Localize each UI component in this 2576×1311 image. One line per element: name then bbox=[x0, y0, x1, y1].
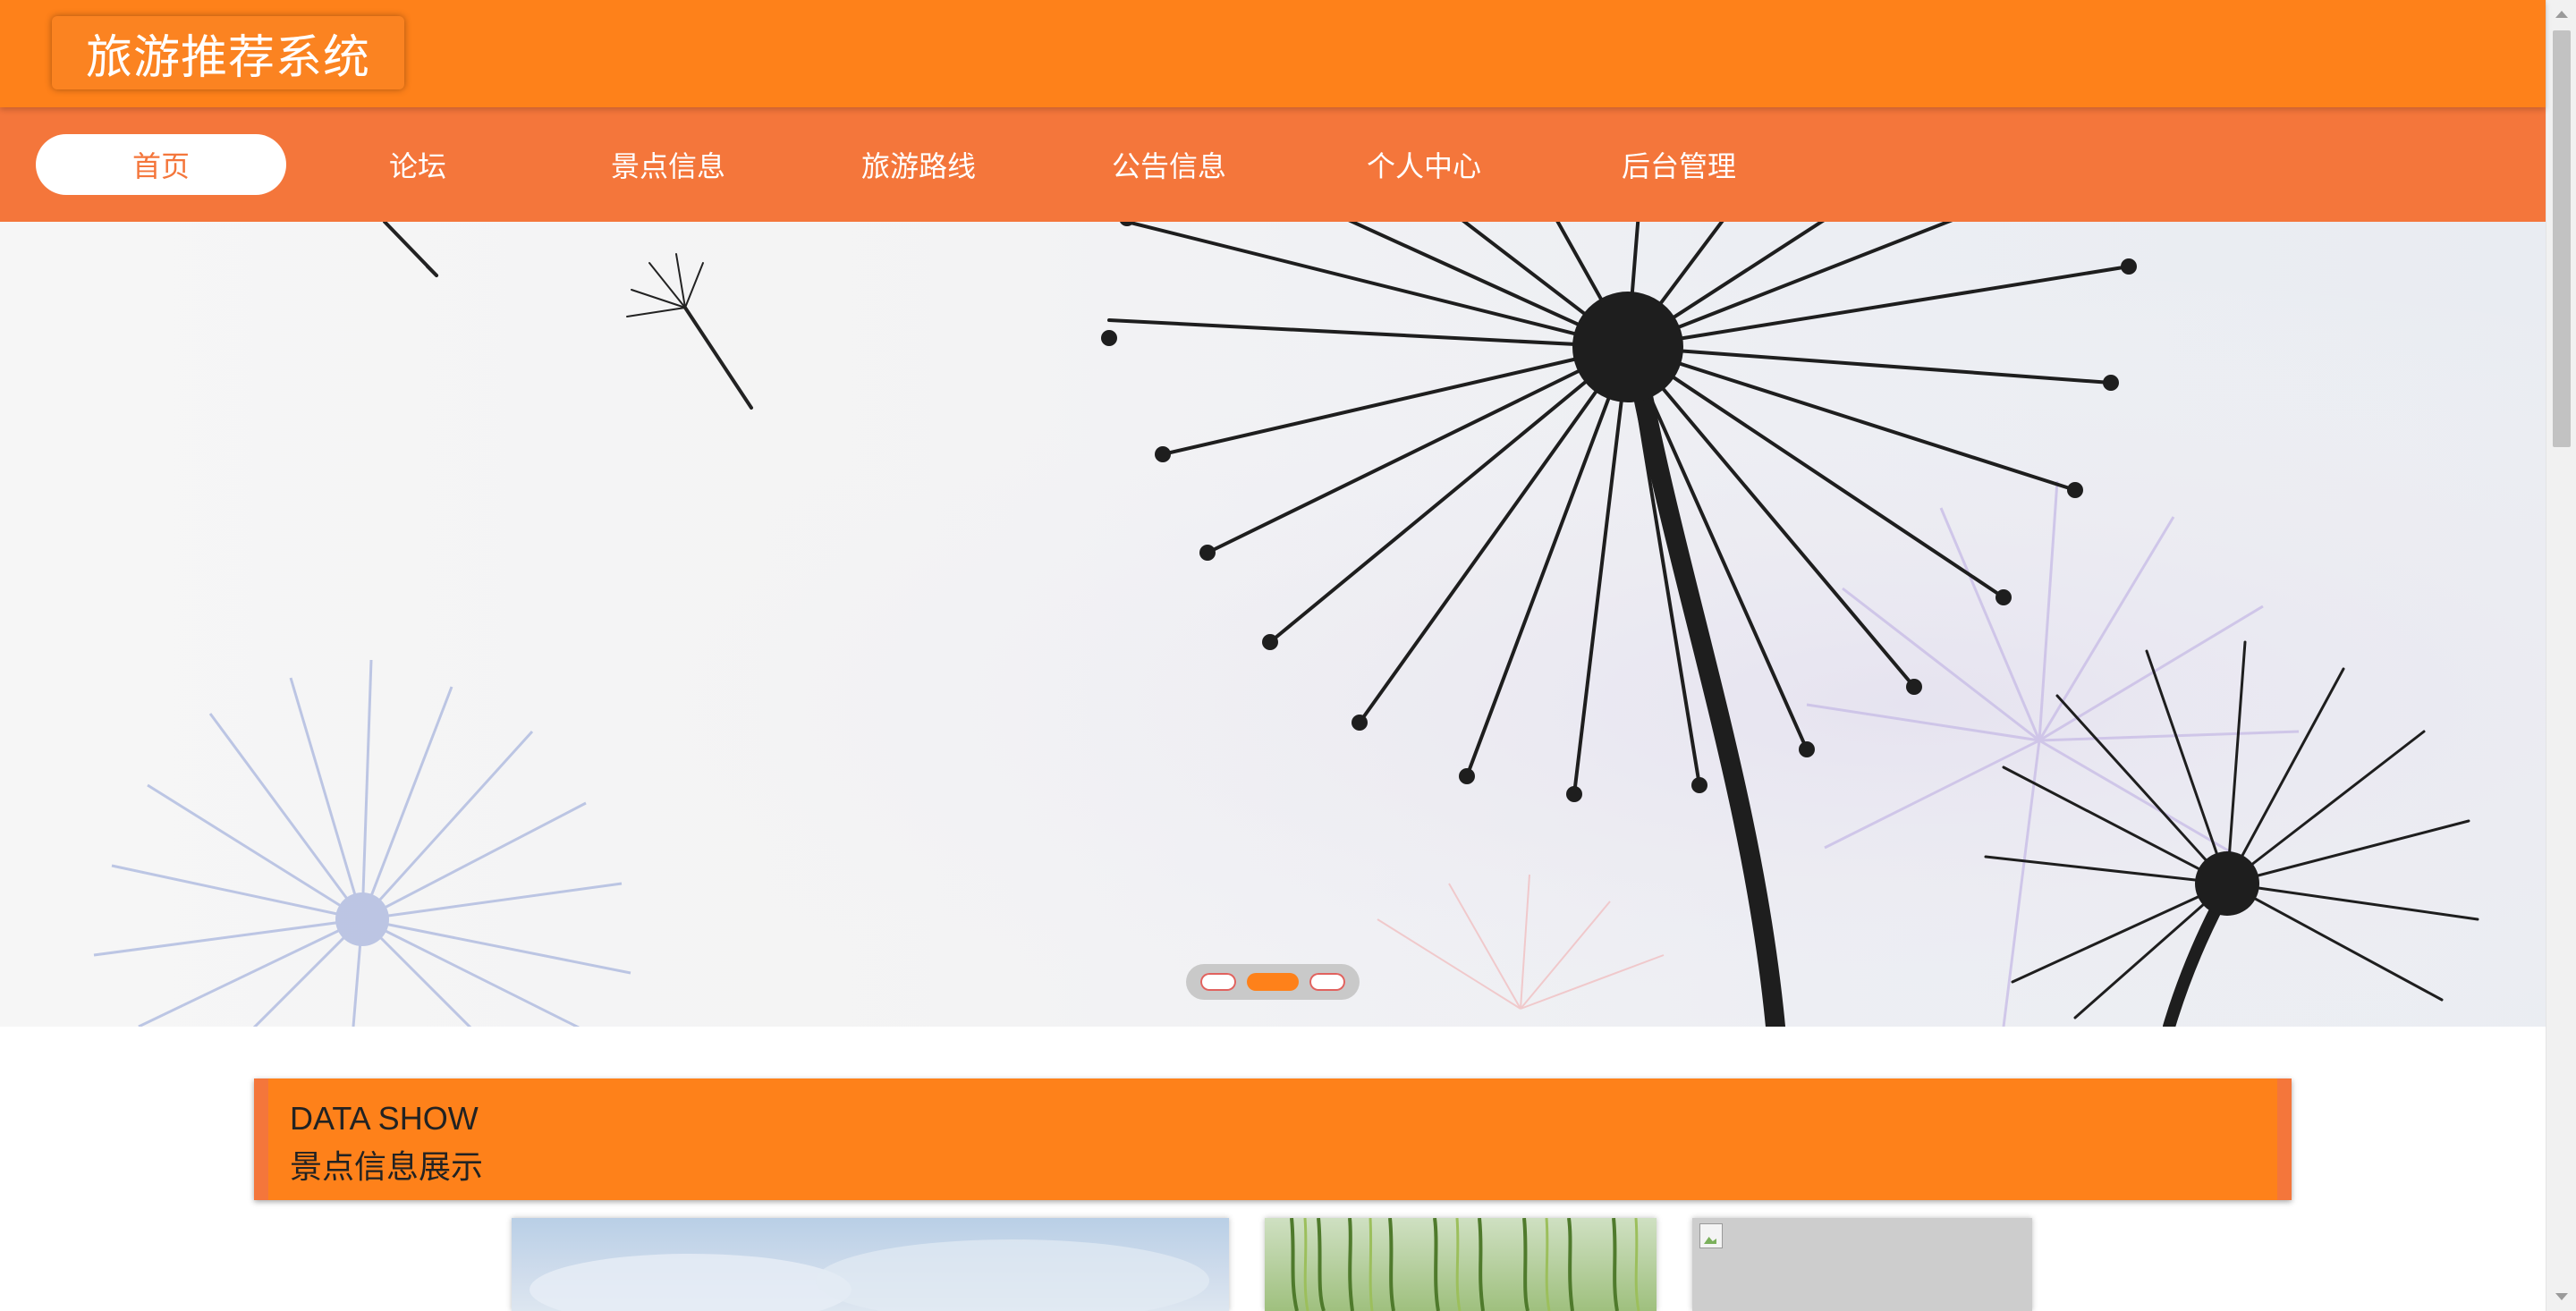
nav-item-profile[interactable]: 个人中心 bbox=[1299, 134, 1549, 195]
site-logo[interactable]: 旅游推荐系统 bbox=[52, 16, 404, 89]
banner-carousel[interactable] bbox=[0, 222, 2546, 1027]
site-title: 旅游推荐系统 bbox=[85, 30, 370, 85]
dandelion-illustration bbox=[0, 222, 2546, 1027]
section-header: DATA SHOW 景点信息展示 bbox=[254, 1078, 2292, 1200]
scroll-up-icon[interactable] bbox=[2555, 11, 2568, 18]
nav-item-forum[interactable]: 论坛 bbox=[292, 134, 543, 195]
top-header: 旅游推荐系统 bbox=[0, 0, 2546, 107]
attraction-card[interactable] bbox=[1692, 1218, 2032, 1311]
section-title-en: DATA SHOW bbox=[290, 1100, 479, 1137]
attraction-card[interactable] bbox=[1265, 1218, 1657, 1311]
broken-image-icon bbox=[1699, 1223, 1723, 1248]
scroll-thumb[interactable] bbox=[2553, 30, 2571, 447]
carousel-indicators bbox=[1186, 964, 1360, 1000]
scroll-down-icon[interactable] bbox=[2555, 1293, 2568, 1300]
nav-item-admin[interactable]: 后台管理 bbox=[1554, 134, 1804, 195]
carousel-dot-3[interactable] bbox=[1309, 973, 1345, 991]
main-nav: 首页 论坛 景点信息 旅游路线 公告信息 个人中心 后台管理 bbox=[0, 107, 2546, 222]
page-scrollbar[interactable] bbox=[2546, 0, 2576, 1311]
attraction-card[interactable] bbox=[512, 1218, 1229, 1311]
carousel-dot-1[interactable] bbox=[1200, 973, 1236, 991]
sky-photo bbox=[530, 1239, 1209, 1311]
nav-item-attractions[interactable]: 景点信息 bbox=[543, 134, 793, 195]
nav-item-routes[interactable]: 旅游路线 bbox=[793, 134, 1044, 195]
nav-item-home[interactable]: 首页 bbox=[36, 134, 286, 195]
nav-item-notices[interactable]: 公告信息 bbox=[1044, 134, 1294, 195]
carousel-dot-2[interactable] bbox=[1247, 973, 1299, 991]
section-title-cn: 景点信息展示 bbox=[290, 1149, 484, 1186]
willow-tree-photo bbox=[1290, 1218, 1640, 1311]
